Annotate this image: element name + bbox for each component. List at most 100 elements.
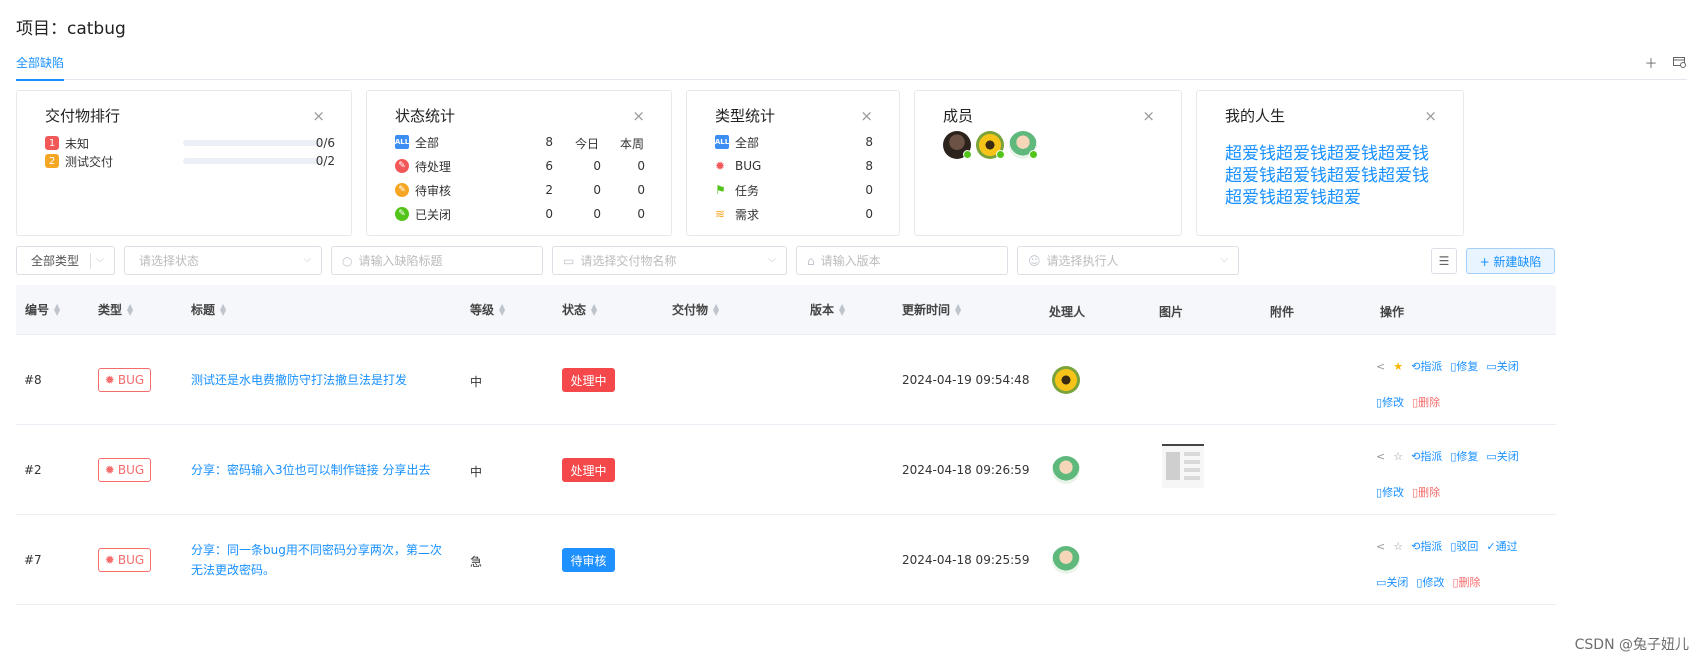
avatar[interactable]: [1052, 456, 1080, 484]
close-button[interactable]: ▭关闭: [1486, 448, 1518, 464]
th-id[interactable]: 编号 ▲ ▼: [25, 301, 60, 318]
type-row-demand: ≋ 需求: [715, 205, 759, 223]
star-icon[interactable]: ★: [1393, 360, 1403, 373]
delete-button[interactable]: ▯删除: [1412, 484, 1440, 500]
avatar[interactable]: [1052, 366, 1080, 394]
star-outline-icon[interactable]: ☆: [1393, 540, 1403, 553]
fix-button[interactable]: ▯修复: [1450, 448, 1478, 464]
th-level[interactable]: 等级 ▲ ▼: [470, 301, 505, 318]
row-title-link[interactable]: 测试还是水电费撤防守打法撤旦法是打发: [191, 370, 453, 390]
status-stats-card: 状态统计 × 今日 本周 ALL 全部 8 ✎ 待处理 6 0 0 ✎ 待审核 …: [366, 90, 672, 236]
sort-icon[interactable]: ▲ ▼: [591, 302, 597, 316]
star-outline-icon[interactable]: ☆: [1393, 450, 1403, 463]
tab-tools: ＋: [1643, 54, 1687, 72]
sort-icon[interactable]: ▲ ▼: [54, 302, 60, 316]
close-icon[interactable]: ×: [632, 107, 645, 125]
card-title: 交付物排行: [45, 107, 121, 125]
list-view-button[interactable]: ☰: [1431, 248, 1457, 274]
type-row-all: ALL 全部: [715, 133, 759, 151]
stat-row-pending: ✎ 待处理: [395, 157, 451, 175]
stat-today: 0: [593, 207, 601, 221]
assign-button[interactable]: ⟲指派: [1411, 358, 1442, 374]
th-deliverable[interactable]: 交付物 ▲ ▼: [672, 301, 719, 318]
new-defect-button[interactable]: + 新建缺陷: [1466, 248, 1555, 274]
watermark: CSDN @兔子妞儿: [1574, 637, 1689, 653]
reject-button[interactable]: ▯驳回: [1450, 538, 1478, 554]
screenshot-thumbnail[interactable]: [1162, 444, 1204, 488]
close-button[interactable]: ▭关闭: [1486, 358, 1518, 374]
avatar[interactable]: [943, 131, 972, 159]
online-dot: [996, 150, 1005, 159]
sort-icon[interactable]: ▲ ▼: [499, 302, 505, 316]
bug-icon: ✹: [104, 373, 115, 387]
type-select[interactable]: 全部类型 ⌵: [16, 246, 115, 275]
close-icon[interactable]: ×: [1142, 107, 1155, 125]
assign-button[interactable]: ⟲指派: [1411, 448, 1442, 464]
stat-week: 0: [637, 207, 645, 221]
th-version[interactable]: 版本 ▲ ▼: [810, 301, 845, 318]
stat-label: 待处理: [415, 159, 452, 174]
th-updated[interactable]: 更新时间 ▲ ▼: [902, 301, 961, 318]
edit-button[interactable]: ▯修改: [1416, 574, 1444, 590]
approve-button[interactable]: ✓通过: [1486, 538, 1517, 554]
window-settings-icon[interactable]: [1671, 54, 1687, 70]
avatar[interactable]: [1009, 131, 1038, 159]
type-label: 任务: [735, 183, 760, 198]
avatar[interactable]: [976, 131, 1005, 159]
th-title[interactable]: 标题 ▲ ▼: [191, 301, 226, 318]
add-tab-icon[interactable]: ＋: [1643, 54, 1659, 72]
status-select[interactable]: 请选择状态 ⌵: [124, 246, 322, 275]
delete-button[interactable]: ▯删除: [1452, 574, 1480, 590]
delete-button[interactable]: ▯删除: [1412, 394, 1440, 410]
edit-button[interactable]: ▯修改: [1376, 394, 1404, 410]
table-row[interactable]: #2 ✹ BUG 分享：密码输入3位也可以制作链接 分享出去 中 处理中 2024…: [16, 426, 1556, 515]
rank-fraction: 0/2: [315, 154, 335, 168]
share-icon[interactable]: <: [1376, 450, 1385, 463]
stat-total: 0: [545, 207, 553, 221]
rank-row: 1 未知 0/6: [45, 135, 335, 151]
card-title: 我的人生: [1225, 107, 1286, 125]
edit-button[interactable]: ▯修改: [1376, 484, 1404, 500]
share-icon[interactable]: <: [1376, 540, 1385, 553]
close-icon[interactable]: ×: [312, 107, 325, 125]
sort-icon[interactable]: ▲ ▼: [955, 302, 961, 316]
assign-button[interactable]: ⟲指派: [1411, 538, 1442, 554]
stat-row-review: ✎ 待审核: [395, 181, 451, 199]
status-badge: 处理中: [562, 368, 615, 392]
row-title-link[interactable]: 分享：密码输入3位也可以制作链接 分享出去: [191, 460, 453, 480]
share-icon[interactable]: <: [1376, 360, 1385, 373]
row-title-link[interactable]: 分享：同一条bug用不同密码分享两次，第二次无法更改密码。: [191, 540, 453, 580]
th-status[interactable]: 状态 ▲ ▼: [562, 301, 597, 318]
stat-today: 0: [593, 159, 601, 173]
close-icon[interactable]: ×: [1424, 107, 1437, 125]
row-level: 中: [470, 465, 483, 479]
table-row[interactable]: #8 ✹ BUG 测试还是水电费撤防守打法撤旦法是打发 中 处理中 2024-04…: [16, 336, 1556, 425]
type-badge: ✹ BUG: [98, 368, 151, 392]
th-type[interactable]: 类型 ▲ ▼: [98, 301, 133, 318]
close-icon[interactable]: ×: [860, 107, 873, 125]
folder-icon: ▭: [563, 253, 575, 268]
rank-fraction: 0/6: [315, 136, 335, 150]
status-badge: 待审核: [562, 548, 615, 572]
row-id: #8: [24, 373, 42, 387]
row-level: 急: [470, 555, 483, 569]
card-title: 成员: [943, 107, 974, 125]
deliverable-select-placeholder: 请选择交付物名称: [580, 254, 677, 268]
type-count: 0: [865, 183, 873, 197]
type-count: 0: [865, 207, 873, 221]
avatar[interactable]: [1052, 546, 1080, 574]
sort-icon[interactable]: ▲ ▼: [220, 302, 226, 316]
deliverable-select[interactable]: ▭ 请选择交付物名称 ⌵: [552, 246, 787, 275]
sort-icon[interactable]: ▲ ▼: [839, 302, 845, 316]
tab-all-defects[interactable]: 全部缺陷: [16, 54, 65, 81]
sort-icon[interactable]: ▲ ▼: [713, 302, 719, 316]
sort-icon[interactable]: ▲ ▼: [127, 302, 133, 316]
assignee-select[interactable]: ☺ 请选择执行人 ⌵: [1017, 246, 1239, 275]
stat-label: 待审核: [415, 183, 452, 198]
title-search-input[interactable]: ○ 请输入缺陷标题: [331, 246, 543, 275]
stat-week: 0: [637, 159, 645, 173]
version-input[interactable]: ⌂ 请输入版本: [796, 246, 1008, 275]
fix-button[interactable]: ▯修复: [1450, 358, 1478, 374]
close-button[interactable]: ▭关闭: [1376, 574, 1408, 590]
table-row[interactable]: #7 ✹ BUG 分享：同一条bug用不同密码分享两次，第二次无法更改密码。 急 …: [16, 516, 1556, 605]
